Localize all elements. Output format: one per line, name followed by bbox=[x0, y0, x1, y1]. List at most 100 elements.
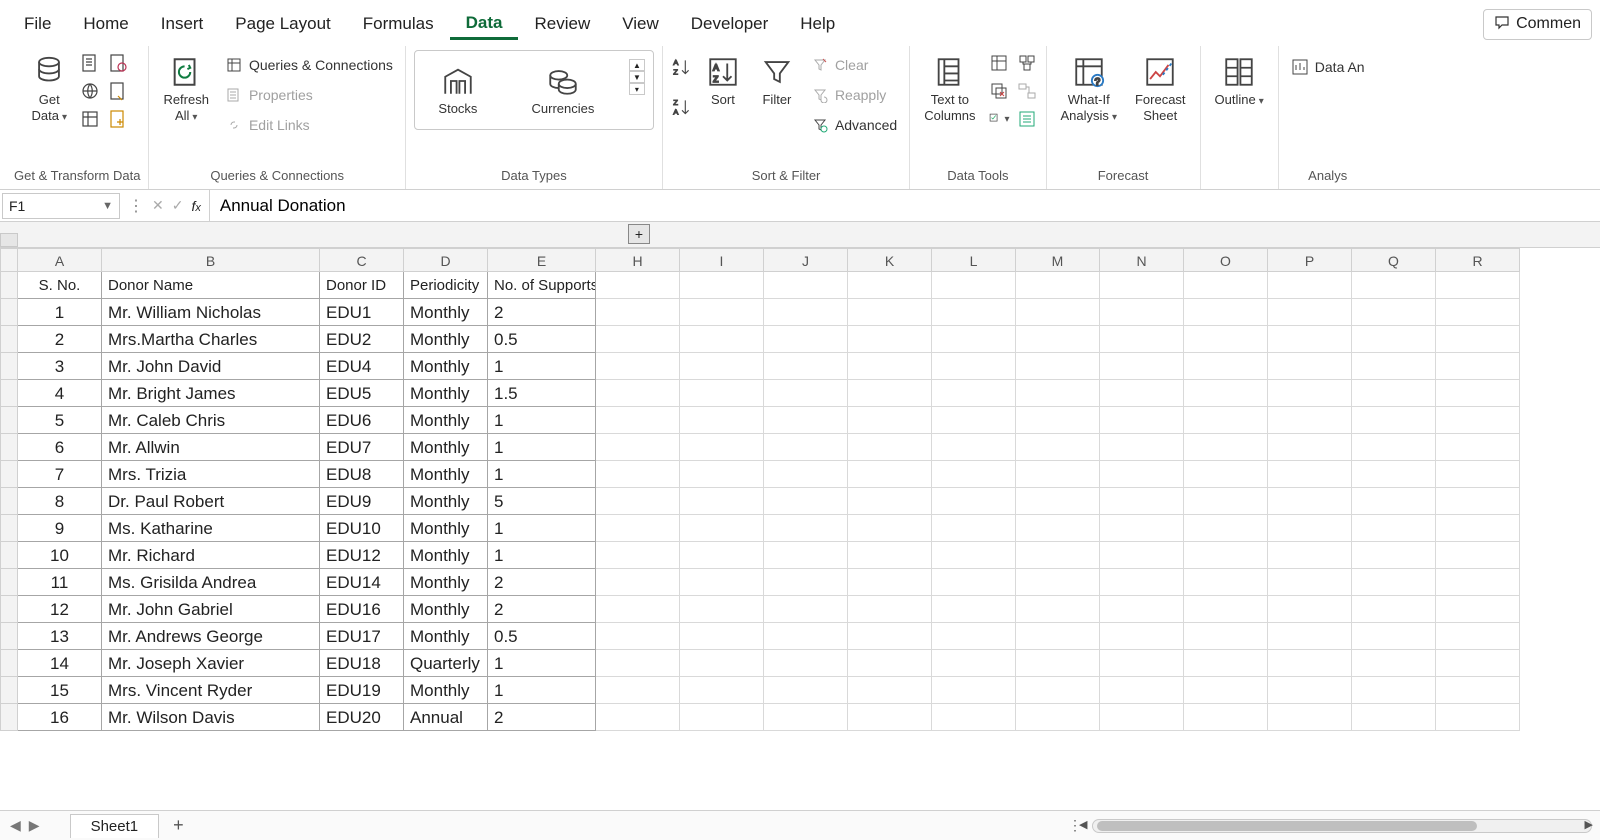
cell[interactable] bbox=[596, 434, 680, 461]
cell[interactable] bbox=[1352, 407, 1436, 434]
cell[interactable] bbox=[1268, 326, 1352, 353]
cell[interactable] bbox=[1352, 650, 1436, 677]
cell[interactable]: Monthly bbox=[404, 515, 488, 542]
cell[interactable] bbox=[1184, 569, 1268, 596]
cell[interactable]: 8 bbox=[18, 488, 102, 515]
cell[interactable] bbox=[764, 434, 848, 461]
cell[interactable]: Monthly bbox=[404, 353, 488, 380]
cell[interactable] bbox=[1436, 569, 1520, 596]
cell[interactable]: Periodicity bbox=[404, 272, 488, 299]
cell[interactable] bbox=[1268, 623, 1352, 650]
cell[interactable] bbox=[848, 434, 932, 461]
cell[interactable] bbox=[596, 704, 680, 731]
cell[interactable] bbox=[932, 272, 1016, 299]
cell[interactable] bbox=[680, 569, 764, 596]
cell[interactable]: Mrs. Vincent Ryder bbox=[102, 677, 320, 704]
cell[interactable] bbox=[596, 326, 680, 353]
cell[interactable]: 14 bbox=[18, 650, 102, 677]
hscroll-left-icon[interactable]: ◀ bbox=[1079, 818, 1087, 831]
queries-connections-button[interactable]: Queries & Connections bbox=[221, 54, 397, 76]
formula-input[interactable] bbox=[209, 190, 1600, 221]
cell[interactable]: 1 bbox=[18, 299, 102, 326]
cell[interactable]: Mr. Andrews George bbox=[102, 623, 320, 650]
cell[interactable] bbox=[1268, 650, 1352, 677]
row-header[interactable] bbox=[0, 407, 18, 434]
cell[interactable]: EDU7 bbox=[320, 434, 404, 461]
cell[interactable] bbox=[1184, 326, 1268, 353]
cell[interactable] bbox=[596, 380, 680, 407]
cancel-icon[interactable]: ✕ bbox=[152, 197, 164, 214]
cell[interactable] bbox=[680, 542, 764, 569]
cell[interactable] bbox=[1100, 461, 1184, 488]
col-header-I[interactable]: I bbox=[680, 248, 764, 272]
cell[interactable] bbox=[848, 569, 932, 596]
cell[interactable] bbox=[1100, 596, 1184, 623]
cell[interactable]: EDU10 bbox=[320, 515, 404, 542]
cell[interactable] bbox=[1100, 380, 1184, 407]
cell[interactable]: 1 bbox=[488, 650, 596, 677]
remove-duplicates-button[interactable] bbox=[988, 80, 1010, 102]
cell[interactable] bbox=[1184, 461, 1268, 488]
cell[interactable] bbox=[596, 515, 680, 542]
cell[interactable] bbox=[932, 623, 1016, 650]
cell[interactable] bbox=[596, 677, 680, 704]
cell[interactable] bbox=[932, 542, 1016, 569]
cell[interactable] bbox=[1268, 434, 1352, 461]
col-header-H[interactable]: H bbox=[596, 248, 680, 272]
col-header-M[interactable]: M bbox=[1016, 248, 1100, 272]
cell[interactable] bbox=[764, 407, 848, 434]
cell[interactable] bbox=[1436, 677, 1520, 704]
row-header[interactable] bbox=[0, 569, 18, 596]
cell[interactable] bbox=[1184, 353, 1268, 380]
hscroll-thumb[interactable] bbox=[1097, 821, 1477, 831]
cell[interactable] bbox=[1352, 326, 1436, 353]
cell[interactable] bbox=[1352, 488, 1436, 515]
data-analysis-button[interactable]: Data An bbox=[1287, 50, 1369, 78]
row-header[interactable] bbox=[0, 704, 18, 731]
cell[interactable]: EDU8 bbox=[320, 461, 404, 488]
cell[interactable] bbox=[1100, 488, 1184, 515]
cell[interactable] bbox=[848, 623, 932, 650]
cell[interactable] bbox=[848, 407, 932, 434]
menu-developer[interactable]: Developer bbox=[675, 10, 785, 38]
cell[interactable]: Monthly bbox=[404, 542, 488, 569]
cell[interactable] bbox=[1436, 515, 1520, 542]
tab-next-button[interactable]: ▶ bbox=[29, 817, 40, 834]
cell[interactable] bbox=[1100, 569, 1184, 596]
col-header-K[interactable]: K bbox=[848, 248, 932, 272]
cell[interactable] bbox=[1436, 461, 1520, 488]
cell[interactable] bbox=[764, 623, 848, 650]
row-header[interactable] bbox=[0, 623, 18, 650]
cell[interactable] bbox=[1016, 353, 1100, 380]
cell[interactable]: 5 bbox=[18, 407, 102, 434]
cell[interactable] bbox=[1352, 434, 1436, 461]
cell[interactable]: EDU1 bbox=[320, 299, 404, 326]
col-header-E[interactable]: E bbox=[488, 248, 596, 272]
cell[interactable] bbox=[1352, 596, 1436, 623]
cell[interactable] bbox=[1184, 677, 1268, 704]
cell[interactable] bbox=[932, 515, 1016, 542]
cell[interactable] bbox=[680, 407, 764, 434]
get-data-button[interactable]: Get Data bbox=[25, 50, 73, 128]
cell[interactable] bbox=[932, 407, 1016, 434]
cell[interactable]: No. of Supports bbox=[488, 272, 596, 299]
enter-icon[interactable]: ✓ bbox=[172, 197, 184, 214]
cell[interactable] bbox=[1436, 407, 1520, 434]
cell[interactable] bbox=[1016, 380, 1100, 407]
cell[interactable] bbox=[1268, 353, 1352, 380]
cell[interactable]: EDU18 bbox=[320, 650, 404, 677]
cell[interactable] bbox=[1268, 542, 1352, 569]
row-header[interactable] bbox=[0, 515, 18, 542]
cell[interactable] bbox=[764, 272, 848, 299]
cell[interactable] bbox=[1352, 704, 1436, 731]
cell[interactable]: Monthly bbox=[404, 461, 488, 488]
reapply-button[interactable]: Reapply bbox=[807, 84, 901, 106]
cell[interactable]: 1 bbox=[488, 353, 596, 380]
cell[interactable] bbox=[932, 353, 1016, 380]
cell[interactable]: 13 bbox=[18, 623, 102, 650]
col-header-P[interactable]: P bbox=[1268, 248, 1352, 272]
cell[interactable] bbox=[1436, 623, 1520, 650]
col-header-N[interactable]: N bbox=[1100, 248, 1184, 272]
data-validation-button[interactable] bbox=[988, 108, 1010, 130]
cell[interactable] bbox=[596, 623, 680, 650]
